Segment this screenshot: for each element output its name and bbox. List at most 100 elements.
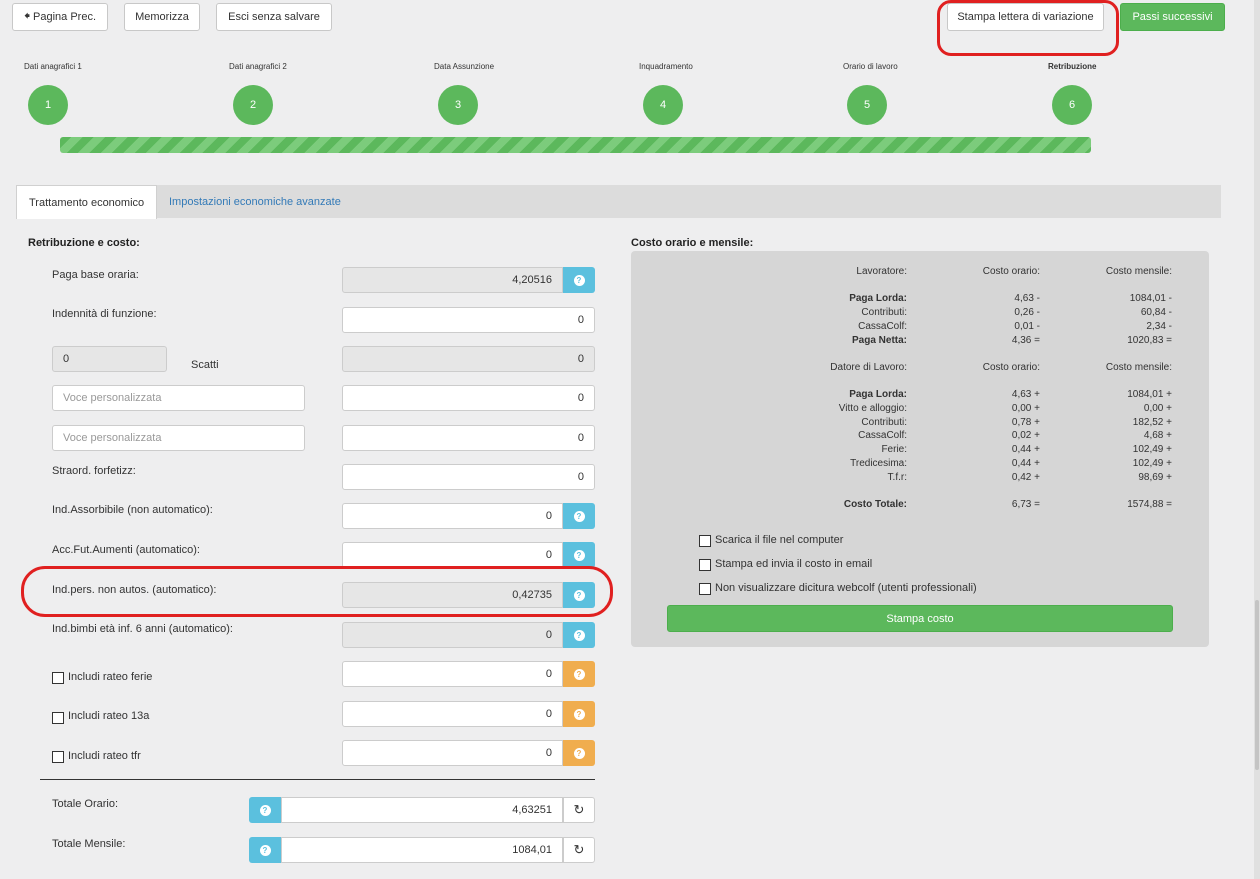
non-visualizzare-label: Non visualizzare dicitura webcolf (utent…: [715, 582, 977, 594]
ind-pers-label: Ind.pers. non autos. (automatico):: [52, 584, 217, 596]
help-button[interactable]: ?: [563, 582, 595, 608]
question-icon: ?: [259, 804, 271, 816]
scarica-file-label: Scarica il file nel computer: [715, 534, 844, 546]
dat-row-monthly: 98,69 +: [1138, 471, 1172, 483]
step-label-6: Retribuzione: [1048, 62, 1097, 71]
lav-row-label: Paga Lorda:: [849, 293, 907, 304]
rateo-13a-checkbox[interactable]: [52, 712, 64, 724]
next-steps-button[interactable]: Passi successivi: [1120, 3, 1225, 31]
tab-trattamento-economico[interactable]: Trattamento economico: [16, 185, 158, 219]
question-icon: ?: [573, 708, 585, 720]
lav-header-hourly: Costo orario:: [982, 266, 1040, 277]
dat-row-label: Tredicesima:: [850, 458, 907, 469]
dat-row-label: T.f.r:: [887, 471, 907, 483]
totale-orario-input[interactable]: 4,63251: [281, 797, 563, 823]
rateo-tfr-checkbox[interactable]: [52, 751, 64, 763]
refresh-button[interactable]: ↻: [563, 797, 595, 823]
indennita-input[interactable]: 0: [342, 307, 595, 333]
print-cost-button[interactable]: Stampa costo: [667, 605, 1173, 632]
totale-monthly: 1574,88 =: [1127, 499, 1172, 510]
acc-fut-aumenti-label: Acc.Fut.Aumenti (automatico):: [52, 544, 200, 556]
dat-row-monthly: 102,49 +: [1132, 444, 1172, 456]
voce-personalizzata-1-value[interactable]: 0: [342, 385, 595, 411]
dat-row-label: Paga Lorda:: [849, 389, 907, 400]
paga-base-label: Paga base oraria:: [52, 269, 139, 281]
refresh-icon: ↻: [573, 802, 585, 817]
help-button[interactable]: ?: [563, 267, 595, 293]
rateo-ferie-label: Includi rateo ferie: [68, 671, 153, 683]
dat-row-hourly: 0,78 +: [1011, 416, 1040, 428]
prev-page-label: Pagina Prec.: [33, 11, 97, 23]
dat-row-label: Vitto e alloggio:: [838, 402, 907, 414]
save-button[interactable]: Memorizza: [124, 3, 200, 31]
lav-row-hourly: 0,26 -: [1014, 307, 1040, 318]
voce-personalizzata-2-input[interactable]: Voce personalizzata: [52, 425, 305, 451]
lav-row-monthly: 60,84 -: [1140, 307, 1172, 318]
rateo-tfr-input[interactable]: 0: [342, 740, 563, 766]
voce-personalizzata-1-input[interactable]: Voce personalizzata: [52, 385, 305, 411]
lav-row-monthly: 2,34 -: [1146, 321, 1172, 332]
lav-row-hourly: 4,63 -: [1014, 293, 1040, 304]
ind-pers-input[interactable]: 0,42735: [342, 582, 563, 608]
totale-orario-label: Totale Orario:: [52, 798, 119, 810]
step-label-4: Inquadramento: [639, 62, 693, 71]
lav-row-monthly: 1084,01 -: [1129, 293, 1172, 304]
refresh-button[interactable]: ↻: [563, 837, 595, 863]
totale-hourly: 6,73 =: [1011, 499, 1040, 510]
stampa-email-label: Stampa ed invia il costo in email: [715, 558, 873, 570]
tab-impostazioni-avanzate[interactable]: Impostazioni economiche avanzate: [157, 185, 353, 219]
dat-row-label: Ferie:: [881, 444, 907, 456]
dat-row-monthly: 0,00 +: [1143, 402, 1172, 414]
dat-row-hourly: 0,02 +: [1011, 430, 1040, 442]
help-button[interactable]: ?: [249, 797, 281, 823]
section-title-costo: Costo orario e mensile:: [631, 237, 754, 249]
dat-header-monthly: Costo mensile:: [1105, 362, 1172, 373]
scatti-label: Scatti: [191, 359, 219, 371]
non-visualizzare-checkbox[interactable]: [699, 583, 711, 595]
totale-mensile-input[interactable]: 1084,01: [281, 837, 563, 863]
help-button[interactable]: ?: [563, 622, 595, 648]
dat-row-hourly: 4,63 +: [1011, 389, 1040, 400]
step-1[interactable]: 1: [28, 85, 68, 125]
dat-row-hourly: 0,44 +: [1011, 458, 1040, 469]
ind-assorbibile-input[interactable]: 0: [342, 503, 563, 529]
question-icon: ?: [573, 589, 585, 601]
rateo-ferie-checkbox[interactable]: [52, 672, 64, 684]
rateo-13a-label: Includi rateo 13a: [68, 710, 150, 722]
prev-page-button[interactable]: 🠸 Pagina Prec.: [12, 3, 108, 31]
dat-row-monthly: 4,68 +: [1143, 430, 1172, 442]
dat-header-hourly: Costo orario:: [982, 362, 1040, 373]
help-button[interactable]: ?: [563, 740, 595, 766]
step-6[interactable]: 6: [1052, 85, 1092, 125]
step-3[interactable]: 3: [438, 85, 478, 125]
paga-base-input[interactable]: 4,20516: [342, 267, 563, 293]
help-button[interactable]: ?: [563, 503, 595, 529]
print-variation-letter-button[interactable]: Stampa lettera di variazione: [947, 3, 1104, 31]
ind-bimbi-input[interactable]: 0: [342, 622, 563, 648]
rateo-ferie-input[interactable]: 0: [342, 661, 563, 687]
help-button[interactable]: ?: [563, 661, 595, 687]
step-4[interactable]: 4: [643, 85, 683, 125]
totale-label: Costo Totale:: [843, 499, 907, 510]
step-5[interactable]: 5: [847, 85, 887, 125]
stampa-email-checkbox[interactable]: [699, 559, 711, 571]
step-label-5: Orario di lavoro: [843, 62, 898, 71]
rateo-13a-input[interactable]: 0: [342, 701, 563, 727]
straord-input[interactable]: 0: [342, 464, 595, 490]
ind-bimbi-label: Ind.bimbi età inf. 6 anni (automatico):: [52, 623, 233, 635]
help-button[interactable]: ?: [563, 701, 595, 727]
scatti-count-input[interactable]: 0: [52, 346, 167, 372]
scrollbar-thumb[interactable]: [1255, 600, 1259, 770]
question-icon: ?: [573, 274, 585, 286]
voce-personalizzata-2-value[interactable]: 0: [342, 425, 595, 451]
step-2[interactable]: 2: [233, 85, 273, 125]
dat-header-label: Datore di Lavoro:: [830, 362, 907, 373]
help-button[interactable]: ?: [563, 542, 595, 568]
dat-row-label: CassaColf:: [858, 430, 907, 442]
acc-fut-aumenti-input[interactable]: 0: [342, 542, 563, 568]
help-button[interactable]: ?: [249, 837, 281, 863]
scatti-value-input[interactable]: 0: [342, 346, 595, 372]
question-icon: ?: [573, 549, 585, 561]
exit-without-saving-button[interactable]: Esci senza salvare: [216, 3, 332, 31]
scarica-file-checkbox[interactable]: [699, 535, 711, 547]
